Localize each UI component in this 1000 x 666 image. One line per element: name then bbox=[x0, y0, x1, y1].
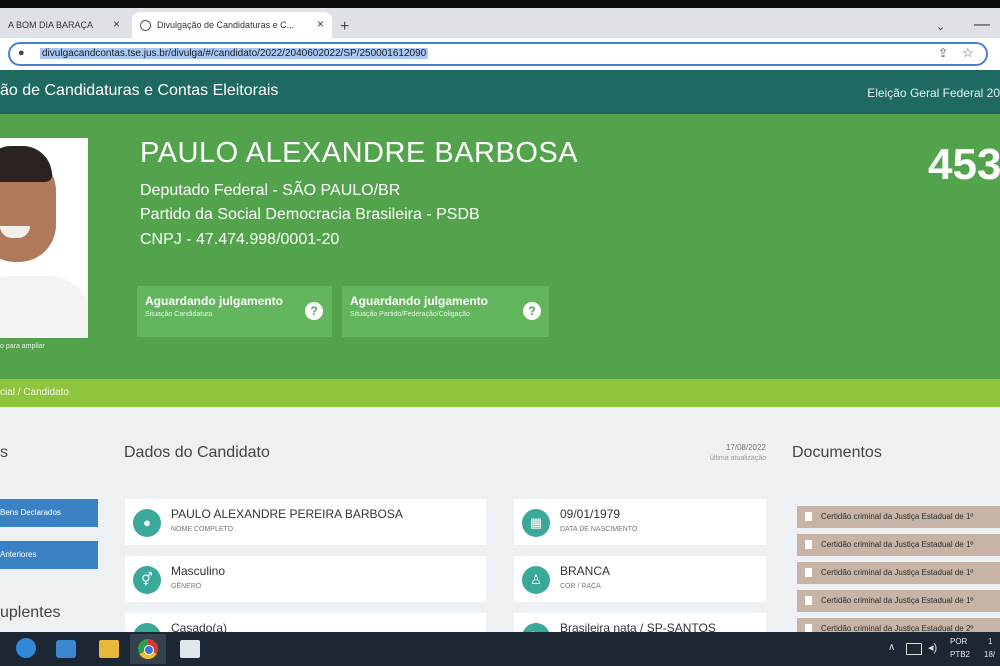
calendar-icon: ▦ bbox=[522, 509, 550, 537]
election-label: Eleição Geral Federal 20 bbox=[867, 86, 1000, 100]
lock-icon[interactable]: ● bbox=[18, 47, 25, 59]
keyboard-layout[interactable]: PTB2 bbox=[950, 650, 970, 659]
chrome-center bbox=[144, 645, 154, 655]
candidate-cnpj: CNPJ - 47.474.998/0001-20 bbox=[140, 231, 340, 248]
photo-shirt bbox=[0, 276, 88, 338]
url-text[interactable]: divulgacandcontas.tse.jus.br/divulga/#/c… bbox=[40, 48, 429, 59]
document-label: Certidão criminal da Justiça Estadual de… bbox=[821, 568, 974, 577]
status-value: Aguardando julgamento bbox=[350, 294, 488, 308]
address-bar[interactable]: ● divulgacandcontas.tse.jus.br/divulga/#… bbox=[8, 42, 988, 66]
chevron-down-icon[interactable]: ⌄ bbox=[936, 20, 945, 33]
field-nome-completo: ● PAULO ALEXANDRE PEREIRA BARBOSA NOME C… bbox=[125, 499, 486, 545]
field-label: NOME COMPLETO bbox=[171, 526, 234, 533]
field-genero: ⚥ Masculino GÊNERO bbox=[125, 556, 486, 602]
user-icon: ● bbox=[133, 509, 161, 537]
folder-icon[interactable] bbox=[99, 640, 119, 658]
field-label: COR / RAÇA bbox=[560, 583, 601, 590]
site-title[interactable]: ão de Candidaturas e Contas Eleitorais bbox=[0, 82, 278, 100]
chevron-up-icon[interactable]: ∧ bbox=[888, 642, 895, 653]
tab-label: A BOM DIA BARAÇA bbox=[8, 20, 94, 30]
breadcrumb: cial / Candidato bbox=[0, 379, 1000, 407]
mail-icon[interactable] bbox=[56, 640, 76, 658]
status-label: Situação Candidatura bbox=[145, 311, 213, 318]
documents-title: Documentos bbox=[792, 444, 882, 461]
person-icon: ♙ bbox=[522, 566, 550, 594]
suplentes-title: uplentes bbox=[0, 604, 61, 621]
tab-label: Divulgação de Candidaturas e C... bbox=[157, 20, 295, 30]
status-label: Situação Partido/Federação/Coligação bbox=[350, 311, 470, 318]
field-value: 09/01/1979 bbox=[560, 507, 621, 521]
file-icon bbox=[805, 540, 812, 550]
document-item[interactable]: Certidão criminal da Justiça Estadual de… bbox=[797, 590, 1000, 612]
photo-hair bbox=[0, 146, 52, 182]
minimize-icon[interactable]: — bbox=[974, 16, 990, 34]
status-partido: Aguardando julgamento Situação Partido/F… bbox=[342, 286, 549, 337]
document-label: Certidão criminal da Justiça Estadual de… bbox=[821, 512, 974, 521]
candidate-party: Partido da Social Democracia Brasileira … bbox=[140, 206, 480, 223]
volume-icon[interactable]: ◂) bbox=[928, 641, 937, 654]
field-label: GÊNERO bbox=[171, 583, 202, 590]
field-value: BRANCA bbox=[560, 564, 611, 578]
bens-declarados-button[interactable]: Bens Declarados bbox=[0, 499, 98, 527]
browser-toolbar: ● divulgacandcontas.tse.jus.br/divulga/#… bbox=[0, 38, 1000, 70]
language-indicator[interactable]: POR bbox=[950, 637, 967, 646]
network-icon[interactable] bbox=[906, 643, 922, 655]
field-label: DATA DE NASCIMENTO bbox=[560, 526, 638, 533]
anteriores-button[interactable]: Anteriores bbox=[0, 541, 98, 569]
globe-icon bbox=[140, 19, 151, 31]
field-data-nascimento: ▦ 09/01/1979 DATA DE NASCIMENTO bbox=[514, 499, 766, 545]
document-item[interactable]: Certidão criminal da Justiça Estadual de… bbox=[797, 534, 1000, 556]
windows-taskbar: ∧ ◂) POR PTB2 1 18/ bbox=[0, 632, 1000, 666]
document-label: Certidão criminal da Justiça Estadual de… bbox=[821, 540, 974, 549]
help-icon[interactable]: ? bbox=[305, 302, 323, 320]
site-header: ão de Candidaturas e Contas Eleitorais E… bbox=[0, 70, 1000, 114]
close-tab-icon[interactable]: × bbox=[113, 17, 120, 31]
file-icon bbox=[805, 512, 812, 522]
candidate-banner: o para ampliar PAULO ALEXANDRE BARBOSA D… bbox=[0, 114, 1000, 379]
file-icon bbox=[805, 568, 812, 578]
candidate-name: PAULO ALEXANDRE BARBOSA bbox=[140, 137, 579, 169]
browser-tab-1[interactable]: A BOM DIA BARAÇA × bbox=[0, 12, 128, 38]
bookmark-star-icon[interactable]: ☆ bbox=[962, 45, 974, 61]
status-candidatura: Aguardando julgamento Situação Candidatu… bbox=[137, 286, 332, 337]
chrome-icon[interactable] bbox=[130, 634, 166, 664]
field-value: Masculino bbox=[171, 564, 226, 578]
store-icon[interactable] bbox=[180, 640, 200, 658]
update-label: última atualização bbox=[709, 455, 766, 462]
field-value: PAULO ALEXANDRE PEREIRA BARBOSA bbox=[171, 507, 403, 521]
browser-tab-active[interactable]: Divulgação de Candidaturas e C... × bbox=[132, 12, 332, 38]
dados-title: Dados do Candidato bbox=[124, 444, 270, 461]
breadcrumb-text[interactable]: cial / Candidato bbox=[0, 387, 69, 398]
field-cor-raca: ♙ BRANCA COR / RAÇA bbox=[514, 556, 766, 602]
windows-start-icon[interactable] bbox=[16, 638, 36, 658]
help-icon[interactable]: ? bbox=[523, 302, 541, 320]
new-tab-button[interactable]: + bbox=[340, 18, 349, 36]
candidate-number: 453 bbox=[928, 140, 1000, 189]
status-value: Aguardando julgamento bbox=[145, 294, 283, 308]
clock-date[interactable]: 18/ bbox=[984, 650, 995, 659]
candidate-photo[interactable] bbox=[0, 138, 88, 338]
gender-icon: ⚥ bbox=[133, 566, 161, 594]
clock-time[interactable]: 1 bbox=[988, 637, 992, 646]
document-item[interactable]: Certidão criminal da Justiça Estadual de… bbox=[797, 562, 1000, 584]
file-icon bbox=[805, 596, 812, 606]
close-tab-icon[interactable]: × bbox=[317, 17, 324, 31]
document-item[interactable]: Certidão criminal da Justiça Estadual de… bbox=[797, 506, 1000, 528]
left-column-title: s bbox=[0, 444, 8, 461]
document-label: Certidão criminal da Justiça Estadual de… bbox=[821, 596, 974, 605]
update-date: 17/08/2022 bbox=[725, 443, 766, 452]
screen-top-edge bbox=[0, 0, 1000, 8]
share-icon[interactable]: ⇪ bbox=[938, 46, 948, 60]
browser-tab-strip: A BOM DIA BARAÇA × Divulgação de Candida… bbox=[0, 8, 1000, 38]
candidate-office: Deputado Federal - SÃO PAULO/BR bbox=[140, 182, 401, 199]
photo-caption: o para ampliar bbox=[0, 343, 45, 350]
